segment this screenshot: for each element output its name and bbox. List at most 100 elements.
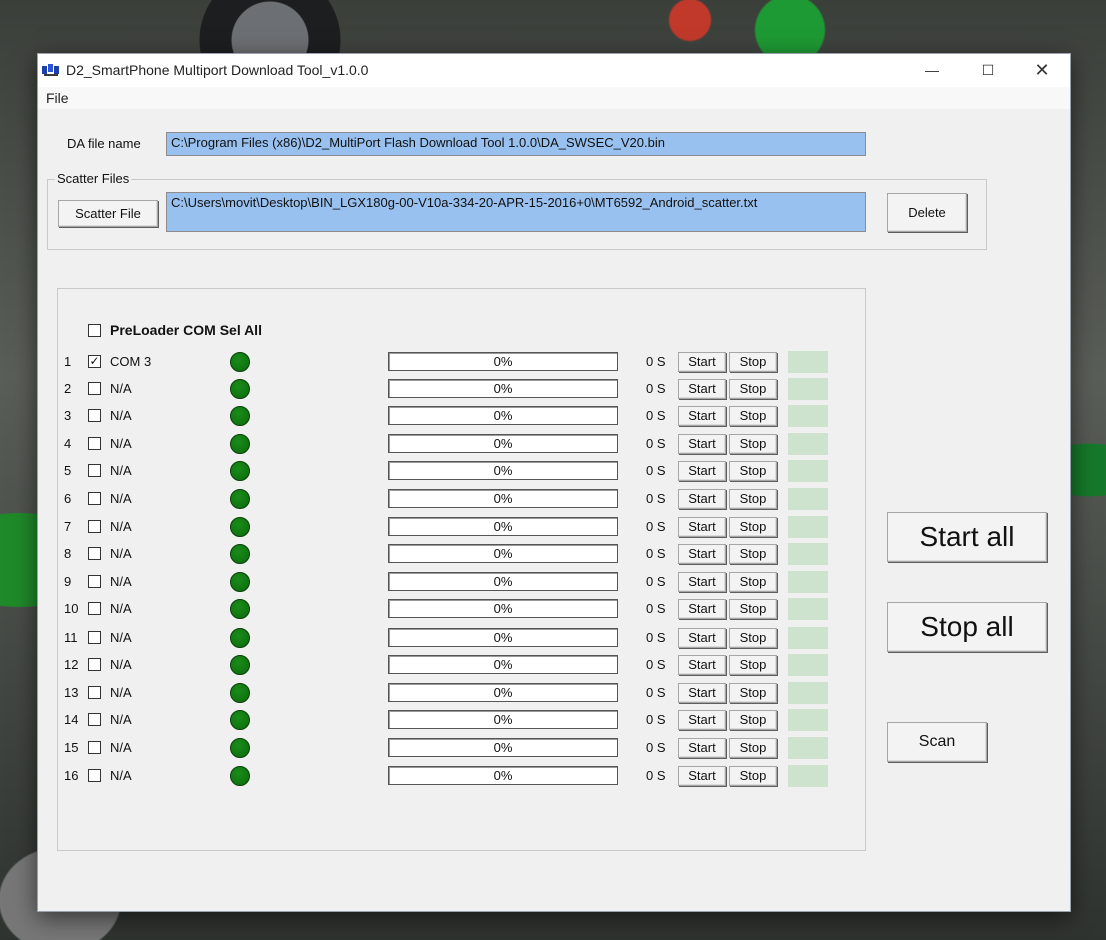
start-all-button[interactable]: Start all	[887, 512, 1047, 562]
port-stop-button[interactable]: Stop	[729, 517, 777, 537]
port-row: 4 N/A 0% 0 S Start Stop	[64, 433, 834, 455]
progress-bar: 0%	[388, 738, 618, 757]
port-stop-button[interactable]: Stop	[729, 461, 777, 481]
port-checkbox[interactable]	[88, 713, 101, 726]
menu-file[interactable]: File	[46, 90, 69, 106]
port-status-cell	[788, 405, 828, 427]
port-checkbox[interactable]	[88, 547, 101, 560]
elapsed-time: 0 S	[646, 436, 666, 451]
scan-button[interactable]: Scan	[887, 722, 987, 762]
port-stop-button[interactable]: Stop	[729, 352, 777, 372]
port-checkbox[interactable]	[88, 686, 101, 699]
port-start-button[interactable]: Start	[678, 572, 726, 592]
port-status-cell	[788, 460, 828, 482]
port-start-button[interactable]: Start	[678, 683, 726, 703]
port-start-button[interactable]: Start	[678, 544, 726, 564]
port-stop-button[interactable]: Stop	[729, 710, 777, 730]
status-led-icon	[230, 406, 250, 426]
port-checkbox[interactable]	[88, 575, 101, 588]
preloader-select-all-checkbox[interactable]	[88, 324, 101, 337]
port-number: 13	[64, 685, 79, 700]
port-start-button[interactable]: Start	[678, 599, 726, 619]
progress-bar: 0%	[388, 352, 618, 371]
port-checkbox[interactable]	[88, 437, 101, 450]
elapsed-time: 0 S	[646, 519, 666, 534]
progress-bar: 0%	[388, 683, 618, 702]
scatter-file-path-field[interactable]: C:\Users\movit\Desktop\BIN_LGX180g-00-V1…	[166, 192, 866, 232]
port-name: N/A	[110, 768, 132, 783]
port-checkbox[interactable]: ✓	[88, 355, 101, 368]
progress-bar: 0%	[388, 379, 618, 398]
status-led-icon	[230, 544, 250, 564]
port-name: N/A	[110, 546, 132, 561]
port-checkbox[interactable]	[88, 409, 101, 422]
port-number: 5	[64, 463, 72, 478]
port-stop-button[interactable]: Stop	[729, 406, 777, 426]
port-stop-button[interactable]: Stop	[729, 434, 777, 454]
port-name: N/A	[110, 408, 132, 423]
port-stop-button[interactable]: Stop	[729, 489, 777, 509]
port-start-button[interactable]: Start	[678, 406, 726, 426]
port-start-button[interactable]: Start	[678, 517, 726, 537]
port-checkbox[interactable]	[88, 492, 101, 505]
minimize-icon[interactable]: —	[922, 60, 942, 80]
port-start-button[interactable]: Start	[678, 766, 726, 786]
stop-all-button[interactable]: Stop all	[887, 602, 1047, 652]
port-checkbox[interactable]	[88, 769, 101, 782]
port-stop-button[interactable]: Stop	[729, 683, 777, 703]
port-stop-button[interactable]: Stop	[729, 655, 777, 675]
port-number: 11	[64, 630, 78, 645]
port-stop-button[interactable]: Stop	[729, 572, 777, 592]
status-led-icon	[230, 766, 250, 786]
port-row: 9 N/A 0% 0 S Start Stop	[64, 571, 834, 593]
port-stop-button[interactable]: Stop	[729, 379, 777, 399]
port-status-cell	[788, 351, 828, 373]
port-row: 5 N/A 0% 0 S Start Stop	[64, 460, 834, 482]
port-start-button[interactable]: Start	[678, 628, 726, 648]
port-status-cell	[788, 516, 828, 538]
port-stop-button[interactable]: Stop	[729, 599, 777, 619]
port-checkbox[interactable]	[88, 520, 101, 533]
close-icon[interactable]: ✕	[1032, 60, 1052, 80]
port-stop-button[interactable]: Stop	[729, 628, 777, 648]
port-number: 6	[64, 491, 72, 506]
port-stop-button[interactable]: Stop	[729, 544, 777, 564]
maximize-icon[interactable]: ☐	[978, 60, 998, 80]
elapsed-time: 0 S	[646, 712, 666, 727]
status-led-icon	[230, 710, 250, 730]
status-led-icon	[230, 461, 250, 481]
port-start-button[interactable]: Start	[678, 461, 726, 481]
port-start-button[interactable]: Start	[678, 434, 726, 454]
port-number: 15	[64, 740, 79, 755]
network-icon	[42, 64, 59, 76]
port-number: 3	[64, 408, 72, 423]
port-start-button[interactable]: Start	[678, 352, 726, 372]
progress-bar: 0%	[388, 628, 618, 647]
status-led-icon	[230, 517, 250, 537]
port-checkbox[interactable]	[88, 382, 101, 395]
port-start-button[interactable]: Start	[678, 379, 726, 399]
port-start-button[interactable]: Start	[678, 710, 726, 730]
status-led-icon	[230, 572, 250, 592]
port-start-button[interactable]: Start	[678, 738, 726, 758]
port-start-button[interactable]: Start	[678, 655, 726, 675]
port-checkbox[interactable]	[88, 602, 101, 615]
port-start-button[interactable]: Start	[678, 489, 726, 509]
elapsed-time: 0 S	[646, 685, 666, 700]
port-row: 8 N/A 0% 0 S Start Stop	[64, 543, 834, 565]
scatter-file-button[interactable]: Scatter File	[58, 200, 158, 227]
delete-button[interactable]: Delete	[887, 193, 967, 232]
port-checkbox[interactable]	[88, 658, 101, 671]
port-checkbox[interactable]	[88, 464, 101, 477]
da-file-path-field[interactable]: C:\Program Files (x86)\D2_MultiPort Flas…	[166, 132, 866, 156]
port-row: 2 N/A 0% 0 S Start Stop	[64, 378, 834, 400]
status-led-icon	[230, 352, 250, 372]
port-stop-button[interactable]: Stop	[729, 738, 777, 758]
port-stop-button[interactable]: Stop	[729, 766, 777, 786]
port-number: 1	[64, 354, 72, 369]
port-checkbox[interactable]	[88, 741, 101, 754]
port-row: 15 N/A 0% 0 S Start Stop	[64, 737, 834, 759]
progress-bar: 0%	[388, 544, 618, 563]
port-status-cell	[788, 571, 828, 593]
port-checkbox[interactable]	[88, 631, 101, 644]
